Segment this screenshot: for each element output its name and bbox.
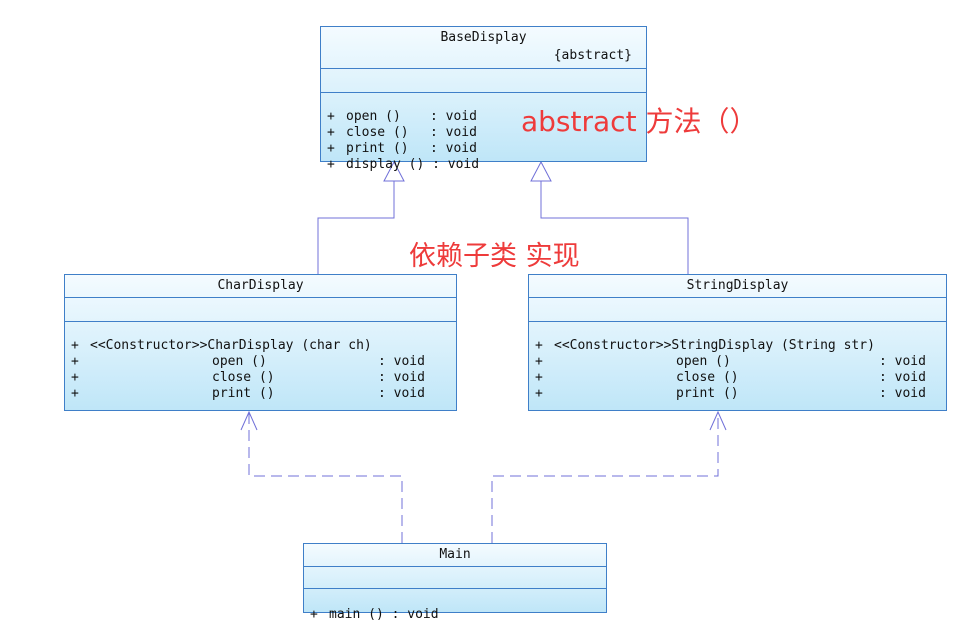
class-divider [529, 321, 946, 322]
operation-row: + print (): void [71, 386, 425, 401]
operation-row: + print (): void [535, 386, 926, 401]
dependency-main-to-char [248, 413, 403, 543]
class-divider [529, 297, 946, 298]
class-main[interactable]: Main + main () : void [303, 543, 607, 622]
class-divider [65, 297, 456, 298]
annotation-abstract-methods: abstract 方法（） [521, 105, 758, 138]
class-name: BaseDisplay [440, 30, 527, 45]
class-name: CharDisplay [217, 278, 304, 293]
class-divider [65, 321, 456, 322]
class-divider [321, 92, 646, 93]
generalization-arrowhead-right [530, 160, 552, 182]
dependency-main-to-string [491, 413, 719, 543]
operation-row: + main () : void [310, 607, 439, 622]
class-stringdisplay[interactable]: StringDisplay + <<Constructor>>StringDisp… [528, 274, 947, 411]
generalization-char-to-base [317, 181, 395, 274]
stereotype-label: {abstract} [553, 48, 632, 63]
operation-row: + display () : void [327, 157, 480, 172]
class-divider [304, 588, 606, 589]
class-name: Main [439, 547, 471, 562]
class-name: StringDisplay [686, 278, 789, 293]
class-divider [321, 68, 646, 69]
annotation-subclass-impl: 依赖子类 实现 [409, 241, 580, 272]
class-divider [304, 566, 606, 567]
class-chardisplay[interactable]: CharDisplay + <<Constructor>>CharDisplay … [64, 274, 457, 411]
class-basedisplay[interactable]: BaseDisplay {abstract} + open (): void + c… [320, 26, 647, 172]
